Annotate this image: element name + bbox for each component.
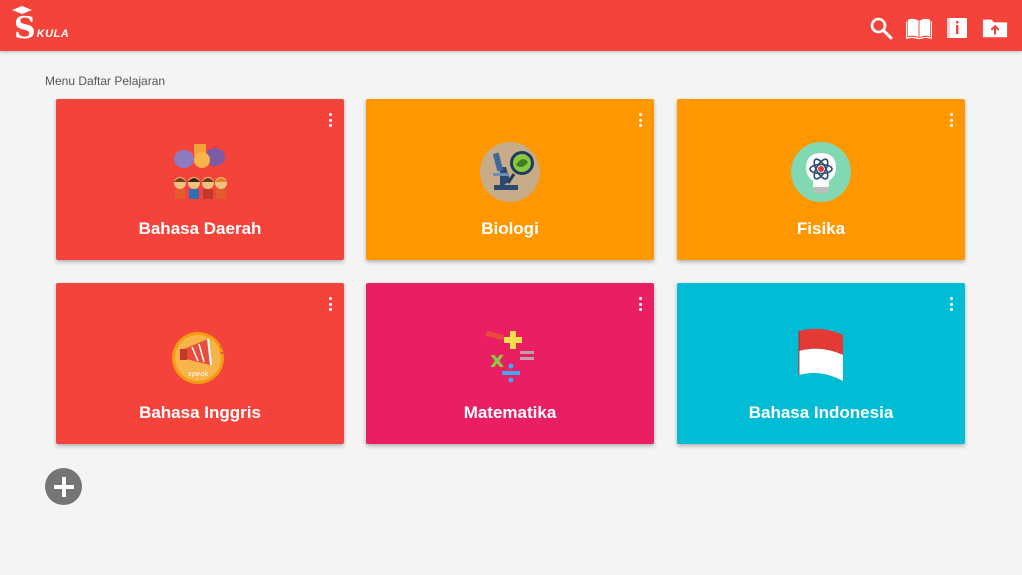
subject-label: Matematika <box>463 403 557 422</box>
svg-text:x: x <box>490 348 504 373</box>
subject-label: Fisika <box>796 219 846 238</box>
folder-upload-icon[interactable] <box>982 16 1008 40</box>
logo-mark: S <box>12 6 36 44</box>
app-logo[interactable]: S KULA <box>12 6 70 44</box>
atom-bulb-icon <box>791 142 851 202</box>
more-vert-icon[interactable] <box>326 113 334 127</box>
more-vert-icon[interactable] <box>636 297 644 311</box>
subject-label: Bahasa Daerah <box>138 219 262 238</box>
subject-label: Bahasa Inggris <box>139 403 261 422</box>
info-book-icon[interactable] <box>944 16 970 40</box>
microscope-icon <box>480 142 540 202</box>
subject-card-biologi[interactable]: Biologi <box>366 99 654 260</box>
logo-text: KULA <box>36 28 70 40</box>
add-subject-button[interactable] <box>45 468 82 505</box>
add-icon <box>53 476 74 497</box>
more-vert-icon[interactable] <box>947 113 955 127</box>
subject-card-fisika[interactable]: Fisika <box>677 99 965 260</box>
search-icon[interactable] <box>868 16 894 40</box>
book-icon[interactable] <box>906 16 932 40</box>
subject-label: Biologi <box>481 219 539 238</box>
math-symbols-icon: x <box>485 330 534 383</box>
section-title: Menu Daftar Pelajaran <box>45 74 166 88</box>
subject-card-matematika[interactable]: x Matematika <box>366 283 654 444</box>
people-speech-icon <box>174 144 227 199</box>
subject-card-bahasa-indonesia[interactable]: Bahasa Indonesia <box>677 283 965 444</box>
svg-text:speak: speak <box>188 370 209 378</box>
subject-card-bahasa-daerah[interactable]: Bahasa Daerah <box>56 99 344 260</box>
more-vert-icon[interactable] <box>326 297 334 311</box>
app-bar: S KULA <box>0 0 1022 51</box>
megaphone-speak-icon: speak <box>172 332 225 384</box>
graduation-cap-icon <box>12 6 32 14</box>
subject-label: Bahasa Indonesia <box>748 403 894 422</box>
more-vert-icon[interactable] <box>947 297 955 311</box>
indonesia-flag-icon <box>798 328 843 381</box>
subject-card-bahasa-inggris[interactable]: speak Bahasa Inggris <box>56 283 344 444</box>
more-vert-icon[interactable] <box>636 113 644 127</box>
